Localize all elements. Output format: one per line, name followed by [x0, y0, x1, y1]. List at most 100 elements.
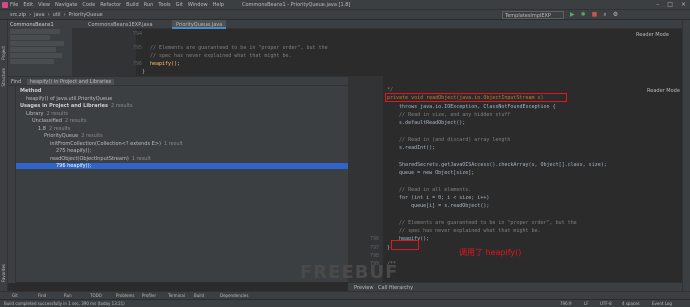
settings-icon[interactable]: ⚙ [613, 11, 618, 19]
tool-window-terminal[interactable]: Terminal [168, 293, 185, 298]
minimize-icon[interactable]: – [656, 1, 659, 8]
indent-setting[interactable]: 4 spaces [622, 301, 640, 306]
menu-item-tools[interactable]: Tools [158, 2, 170, 8]
result-count: 2 results [81, 133, 103, 139]
reader-mode-toggle[interactable]: Reader Mode [636, 32, 669, 38]
tree-node[interactable]: initFromCollection(Collection<? extends … [50, 141, 183, 147]
window-title: CommonsBeans1 - PriorityQueue.java [1.8] [242, 2, 351, 8]
code-line: queue = new Object[size]; [387, 170, 475, 176]
menu-item-file[interactable]: File [10, 2, 18, 8]
find-results-tab[interactable]: heapify() in Project and Libraries [26, 79, 115, 85]
menu-item-edit[interactable]: Edit [23, 2, 33, 8]
tree-node[interactable]: readObject(ObjectInputStream) 1 result [50, 156, 151, 162]
menu-item-git[interactable]: Git [176, 2, 183, 8]
annotation-text: 调用了 heapify() [459, 248, 522, 257]
result-count: 1 result [163, 140, 183, 147]
tree-node[interactable]: heapify() of java.util.PriorityQueue [26, 96, 112, 102]
tree-node[interactable]: 275 heapify(); [56, 148, 91, 154]
run-icon[interactable]: ▶ [570, 11, 575, 19]
caret-position[interactable]: 796:9 [560, 301, 572, 306]
run-configuration-select[interactable]: TemplatesImplEXP [502, 11, 564, 19]
file-encoding[interactable]: UTF-8 [600, 301, 612, 306]
search-icon[interactable]: ⌕ [603, 11, 606, 19]
tree-node-label: 796 heapify(); [56, 163, 92, 169]
menu-item-help[interactable]: Help [213, 2, 224, 8]
tree-node[interactable]: 1.8 2 results [38, 126, 70, 132]
tool-window-find[interactable]: Find [38, 293, 46, 298]
tool-window-run[interactable]: Run [64, 293, 72, 298]
project-title[interactable]: CommonsBeans1 [8, 20, 72, 28]
right-tool-stripe [682, 20, 690, 300]
result-count: 2 results [46, 110, 69, 117]
find-toolbar [8, 86, 16, 283]
menu-item-run[interactable]: Run [144, 2, 154, 8]
breadcrumb-item[interactable]: util [53, 12, 61, 18]
code-line: // Elements are guaranteed to be in "pro… [150, 45, 328, 51]
breadcrumb-item[interactable]: src.zip [10, 12, 26, 18]
menu-item-refactor[interactable]: Refactor [100, 2, 121, 8]
tool-window-git[interactable]: Git [12, 293, 18, 298]
code-line: // Read in size, and any hidden stuff [387, 111, 511, 118]
preview-editor[interactable]: */private void readObject(java.io.Object… [348, 76, 682, 282]
tool-window-todo[interactable]: TODO [90, 293, 102, 298]
heapify-highlight-box [391, 240, 419, 250]
line-separator[interactable]: LF [584, 301, 589, 306]
line-number: 798 [369, 253, 379, 259]
result-count: 2 results [111, 103, 133, 109]
code-line: queue[i] = s.readObject(); [387, 203, 490, 210]
top-editor[interactable]: 794 795 796 // Elements are guaranteed t… [72, 29, 682, 76]
menu-item-build[interactable]: Build [126, 2, 139, 8]
code-line: // Read in (and discard) array length [387, 136, 511, 143]
tab-priorityqueue[interactable]: PriorityQueue.java [172, 20, 227, 29]
debug-icon[interactable]: ✱ [581, 11, 586, 19]
find-panel: Find heapify() in Project and Libraries … [8, 76, 348, 283]
stop-icon[interactable]: ■ [592, 11, 598, 19]
tree-node-label: Unclassified [32, 118, 63, 124]
code-line: // spec has never explained what that mi… [387, 228, 541, 235]
tree-node[interactable]: Unclassified 2 results [32, 118, 87, 124]
side-tab-project[interactable]: Project [1, 46, 6, 60]
tab-commonsbeans1exp[interactable]: CommonsBeans1EXP.java [84, 20, 157, 29]
menu-item-view[interactable]: View [38, 2, 50, 8]
maximize-icon[interactable]: □ [667, 1, 673, 8]
editor-tabs: CommonsBeans1EXP.java PriorityQueue.java [72, 20, 682, 29]
event-log[interactable]: Event Log [652, 301, 672, 306]
tree-node[interactable]: Library 2 results [26, 111, 68, 117]
line-gutter [72, 29, 136, 76]
project-panel: CommonsBeans1 [8, 20, 72, 76]
tree-node[interactable]: PriorityQueue 2 results [44, 133, 103, 139]
tool-window-problems[interactable]: Problems [116, 293, 134, 298]
chevron-right-icon: › [47, 12, 50, 18]
tree-node-label: 275 heapify(); [56, 148, 92, 154]
code-line: heapify(); [150, 61, 181, 67]
reader-mode-toggle[interactable]: Reader Mode [647, 88, 680, 94]
menu-item-window[interactable]: Window [188, 2, 208, 8]
tree-node-label: initFromCollection(Collection<? extends … [50, 140, 161, 147]
breadcrumb-item[interactable]: PriorityQueue [68, 12, 102, 18]
tool-window-dependencies[interactable]: Dependencies [220, 293, 248, 298]
tree-node-label: 1.8 [38, 125, 46, 132]
code-line: for (int i = 0; i < size; i++) [387, 194, 490, 201]
tool-window-profiler[interactable]: Profiler [142, 293, 156, 298]
tree-node-label: Method [20, 88, 42, 94]
left-tool-stripe: Project Structure Favorites [0, 20, 8, 300]
tree-node[interactable]: Method [20, 88, 41, 94]
side-tab-structure[interactable]: Structure [1, 68, 6, 87]
code-line: } [142, 69, 146, 75]
close-icon[interactable]: × [681, 1, 686, 8]
menu-item-navigate[interactable]: Navigate [55, 2, 77, 8]
navigation-bar: src.zip › java › util › PriorityQueue Template… [0, 10, 690, 20]
tree-node[interactable]: 796 heapify(); [16, 163, 348, 169]
method-highlight-box [385, 93, 567, 102]
tree-node-label: Usages in Project and Libraries [20, 103, 108, 109]
side-tab-favorites[interactable]: Favorites [1, 264, 6, 282]
code-line: } [387, 244, 391, 251]
breadcrumb: src.zip › java › util › PriorityQueue [10, 12, 103, 18]
tool-window-build[interactable]: Build [194, 293, 204, 298]
tree-node[interactable]: Usages in Project and Libraries 2 results [20, 103, 133, 109]
breadcrumb-item[interactable]: java [34, 12, 44, 18]
result-count: 2 results [65, 118, 87, 124]
menu-item-code[interactable]: Code [82, 2, 95, 8]
preview-tabs: Preview Call Hierarchy [348, 282, 682, 291]
status-message: Build completed successfully in 1 sec, 3… [4, 301, 125, 306]
